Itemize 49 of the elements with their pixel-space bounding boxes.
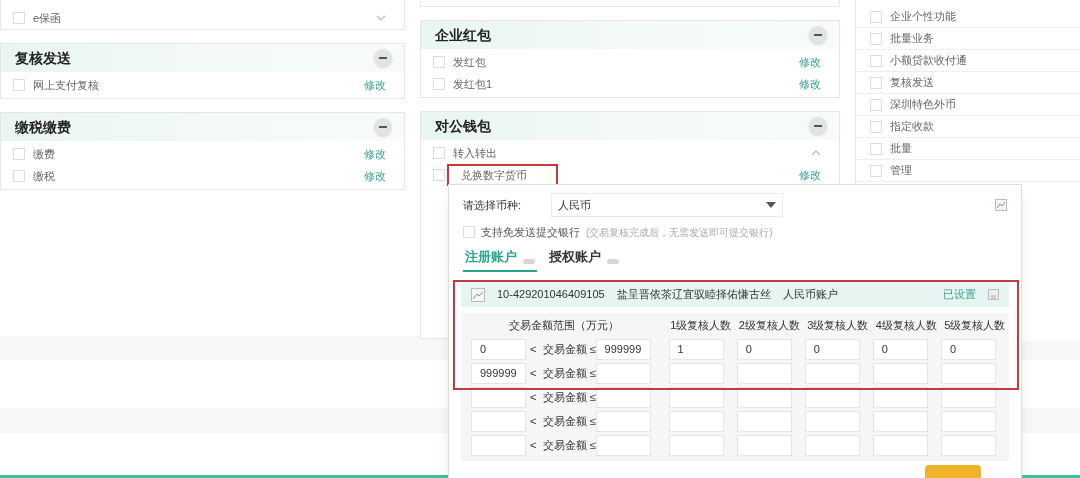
item-label: 转入转出 <box>453 145 497 161</box>
item-label: 批量 <box>890 141 912 157</box>
section-title: 复核发送 <box>15 48 71 68</box>
item-label: 缴费 <box>33 146 55 162</box>
input-field[interactable]: 0 <box>736 338 792 360</box>
input-field[interactable]: 0 <box>471 338 526 360</box>
section-title: 缴税缴费 <box>15 117 71 137</box>
account-name: 盐呈晋依茶辽宜驭睦择佑慊古丝 <box>616 287 771 303</box>
input-field[interactable]: 0 <box>940 338 996 360</box>
item-label: 管理 <box>890 163 912 179</box>
item-label: 发红包1 <box>453 76 493 92</box>
option-hint: (交易复核完成后，无需发送即可提交银行) <box>586 225 773 240</box>
range-operator: < 交易金额 ≤ <box>528 365 596 381</box>
item-label: 网上支付复核 <box>33 77 99 93</box>
currency-select[interactable]: 人民币 <box>551 193 783 217</box>
section-title: 对公钱包 <box>435 116 491 136</box>
account-type: 人民币账户 <box>782 287 838 303</box>
item-label: e保函 <box>33 10 62 26</box>
range-operator: < 交易金额 ≤ <box>528 437 596 453</box>
item-label: 企业个性功能 <box>890 9 956 25</box>
item-label: 深圳特色外币 <box>890 97 956 113</box>
input-field[interactable]: 1 <box>668 338 724 360</box>
range-operator: < 交易金额 ≤ <box>528 413 596 429</box>
status-label: 已设置 <box>943 287 976 303</box>
option-label: 支持免发送提交银行 <box>481 225 580 240</box>
column-header: 1级复核人数 <box>669 317 733 333</box>
item-label: 复核发送 <box>890 75 934 91</box>
range-operator: < 交易金额 ≤ <box>528 341 596 357</box>
column-header: 3级复核人数 <box>806 317 870 333</box>
column-header: 5级复核人数 <box>943 317 1007 333</box>
input-field[interactable]: 999999 <box>595 338 651 360</box>
column-header: 2级复核人数 <box>737 317 801 333</box>
account-number: 10-429201046409105 <box>497 287 605 303</box>
input-field[interactable]: 0 <box>804 338 860 360</box>
input-field[interactable]: 999999 <box>471 362 526 384</box>
account-row[interactable]: 10-429201046409105 盐呈晋依茶辽宜驭睦择佑慊古丝 人民币账户 已设置 <box>461 282 1009 307</box>
item-label: 指定收款 <box>890 119 934 135</box>
column-header: 交易金额范围（万元） <box>507 317 620 333</box>
item-label: 批量业务 <box>890 31 934 47</box>
range-operator: < 交易金额 ≤ <box>528 389 596 405</box>
column-header: 4级复核人数 <box>874 317 938 333</box>
item-label: 缴税 <box>33 168 55 184</box>
currency-label: 请选择币种: <box>463 197 523 213</box>
section-title: 企业红包 <box>435 25 491 45</box>
input-field[interactable]: 0 <box>872 338 928 360</box>
item-label: 发红包 <box>453 54 486 70</box>
item-label: 小额贷款收付通 <box>890 53 967 69</box>
item-label: 兑换数字货币 <box>461 167 527 183</box>
account-tab[interactable]: 授权账户 <box>547 246 621 272</box>
